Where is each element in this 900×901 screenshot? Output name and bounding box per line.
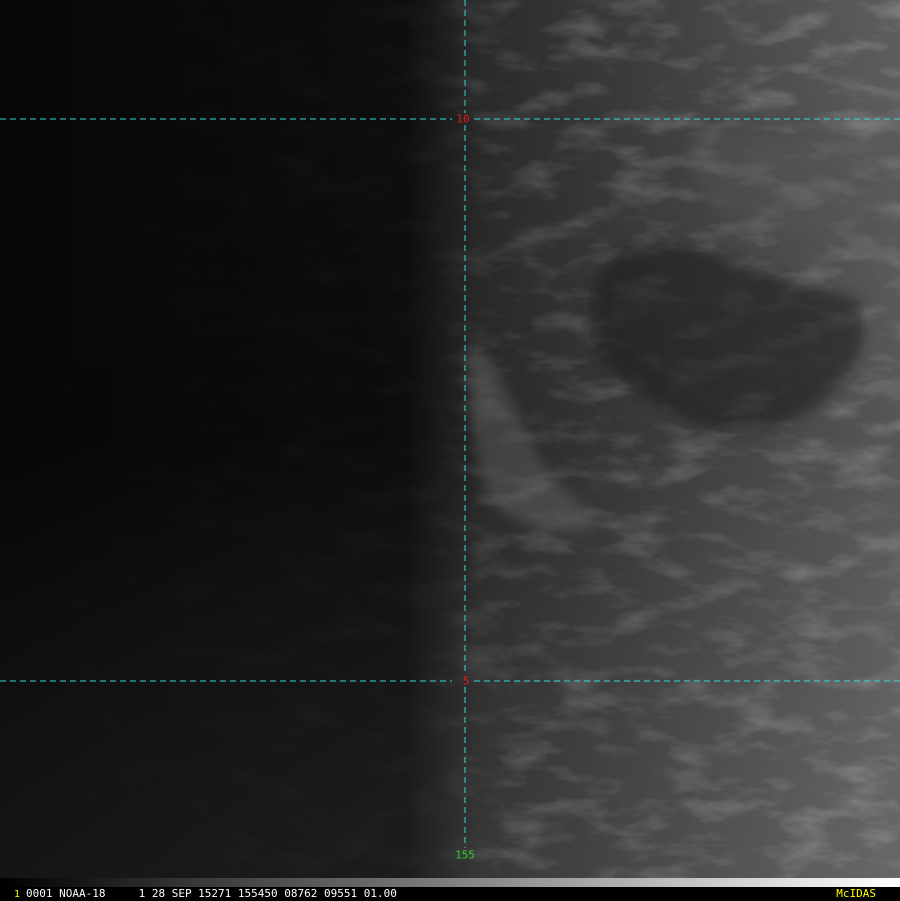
satellite-imagery — [0, 0, 900, 878]
longitude-label-155: 155 — [455, 848, 475, 862]
satellite-image-frame: 10 5 155 1 0001 NOAA-18 1 28 SEP 15271 1… — [0, 0, 900, 900]
grayscale-calibration-bar — [0, 878, 900, 887]
frame-number: 1 — [14, 889, 21, 900]
status-bar: 1 0001 NOAA-18 1 28 SEP 15271 155450 087… — [0, 887, 900, 900]
latitude-label-10: 10 — [456, 112, 470, 126]
mcidas-brand: McIDAS — [836, 887, 876, 900]
latitude-label-5: 5 — [462, 674, 470, 688]
image-metadata-text: 0001 NOAA-18 1 28 SEP 15271 155450 08762… — [26, 887, 397, 900]
